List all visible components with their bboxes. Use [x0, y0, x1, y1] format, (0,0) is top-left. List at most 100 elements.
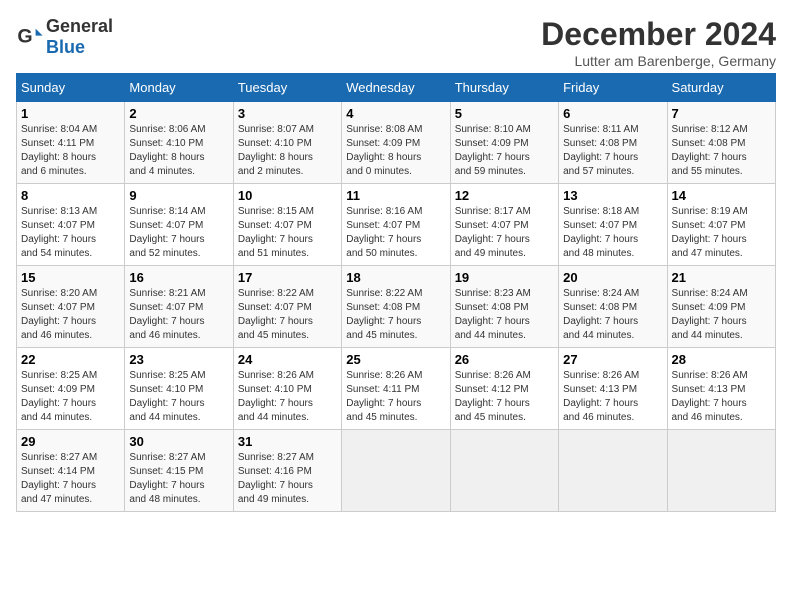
day-info: Sunrise: 8:10 AMSunset: 4:09 PMDaylight:… [455, 123, 554, 179]
day-number: 2 [129, 106, 228, 121]
day-info: Sunrise: 8:26 AMSunset: 4:11 PMDaylight:… [346, 369, 445, 425]
table-row: 5 Sunrise: 8:10 AMSunset: 4:09 PMDayligh… [450, 102, 558, 184]
calendar-week-row: 22 Sunrise: 8:25 AMSunset: 4:09 PMDaylig… [17, 348, 776, 430]
logo-blue-text: Blue [46, 37, 85, 57]
day-info: Sunrise: 8:27 AMSunset: 4:14 PMDaylight:… [21, 451, 120, 507]
day-number: 31 [238, 434, 337, 449]
table-row: 14 Sunrise: 8:19 AMSunset: 4:07 PMDaylig… [667, 184, 775, 266]
logo: G General Blue [16, 16, 113, 58]
month-title: December 2024 [541, 16, 776, 53]
day-info: Sunrise: 8:08 AMSunset: 4:09 PMDaylight:… [346, 123, 445, 179]
day-info: Sunrise: 8:25 AMSunset: 4:10 PMDaylight:… [129, 369, 228, 425]
calendar-week-row: 1 Sunrise: 8:04 AMSunset: 4:11 PMDayligh… [17, 102, 776, 184]
table-row: 15 Sunrise: 8:20 AMSunset: 4:07 PMDaylig… [17, 266, 125, 348]
table-row [450, 430, 558, 512]
day-number: 1 [21, 106, 120, 121]
table-row: 16 Sunrise: 8:21 AMSunset: 4:07 PMDaylig… [125, 266, 233, 348]
header-saturday: Saturday [667, 74, 775, 102]
logo-icon: G [16, 23, 44, 51]
day-number: 15 [21, 270, 120, 285]
table-row: 7 Sunrise: 8:12 AMSunset: 4:08 PMDayligh… [667, 102, 775, 184]
header-thursday: Thursday [450, 74, 558, 102]
header-tuesday: Tuesday [233, 74, 341, 102]
day-number: 14 [672, 188, 771, 203]
day-info: Sunrise: 8:26 AMSunset: 4:10 PMDaylight:… [238, 369, 337, 425]
day-number: 3 [238, 106, 337, 121]
table-row: 1 Sunrise: 8:04 AMSunset: 4:11 PMDayligh… [17, 102, 125, 184]
table-row: 28 Sunrise: 8:26 AMSunset: 4:13 PMDaylig… [667, 348, 775, 430]
day-number: 13 [563, 188, 662, 203]
table-row: 27 Sunrise: 8:26 AMSunset: 4:13 PMDaylig… [559, 348, 667, 430]
day-number: 24 [238, 352, 337, 367]
calendar-week-row: 29 Sunrise: 8:27 AMSunset: 4:14 PMDaylig… [17, 430, 776, 512]
day-info: Sunrise: 8:17 AMSunset: 4:07 PMDaylight:… [455, 205, 554, 261]
day-number: 8 [21, 188, 120, 203]
day-number: 20 [563, 270, 662, 285]
day-number: 5 [455, 106, 554, 121]
day-info: Sunrise: 8:16 AMSunset: 4:07 PMDaylight:… [346, 205, 445, 261]
day-number: 30 [129, 434, 228, 449]
day-number: 25 [346, 352, 445, 367]
day-info: Sunrise: 8:22 AMSunset: 4:08 PMDaylight:… [346, 287, 445, 343]
table-row: 26 Sunrise: 8:26 AMSunset: 4:12 PMDaylig… [450, 348, 558, 430]
table-row: 18 Sunrise: 8:22 AMSunset: 4:08 PMDaylig… [342, 266, 450, 348]
day-number: 21 [672, 270, 771, 285]
day-info: Sunrise: 8:26 AMSunset: 4:13 PMDaylight:… [672, 369, 771, 425]
day-number: 6 [563, 106, 662, 121]
day-info: Sunrise: 8:19 AMSunset: 4:07 PMDaylight:… [672, 205, 771, 261]
calendar-table: Sunday Monday Tuesday Wednesday Thursday… [16, 73, 776, 512]
table-row: 19 Sunrise: 8:23 AMSunset: 4:08 PMDaylig… [450, 266, 558, 348]
table-row: 8 Sunrise: 8:13 AMSunset: 4:07 PMDayligh… [17, 184, 125, 266]
table-row: 12 Sunrise: 8:17 AMSunset: 4:07 PMDaylig… [450, 184, 558, 266]
day-info: Sunrise: 8:06 AMSunset: 4:10 PMDaylight:… [129, 123, 228, 179]
day-info: Sunrise: 8:11 AMSunset: 4:08 PMDaylight:… [563, 123, 662, 179]
svg-text:G: G [17, 26, 32, 48]
day-info: Sunrise: 8:07 AMSunset: 4:10 PMDaylight:… [238, 123, 337, 179]
day-info: Sunrise: 8:26 AMSunset: 4:12 PMDaylight:… [455, 369, 554, 425]
day-info: Sunrise: 8:21 AMSunset: 4:07 PMDaylight:… [129, 287, 228, 343]
day-number: 18 [346, 270, 445, 285]
header-sunday: Sunday [17, 74, 125, 102]
day-info: Sunrise: 8:04 AMSunset: 4:11 PMDaylight:… [21, 123, 120, 179]
day-info: Sunrise: 8:12 AMSunset: 4:08 PMDaylight:… [672, 123, 771, 179]
table-row: 21 Sunrise: 8:24 AMSunset: 4:09 PMDaylig… [667, 266, 775, 348]
table-row: 20 Sunrise: 8:24 AMSunset: 4:08 PMDaylig… [559, 266, 667, 348]
day-number: 17 [238, 270, 337, 285]
day-info: Sunrise: 8:13 AMSunset: 4:07 PMDaylight:… [21, 205, 120, 261]
day-info: Sunrise: 8:27 AMSunset: 4:16 PMDaylight:… [238, 451, 337, 507]
table-row [667, 430, 775, 512]
day-number: 19 [455, 270, 554, 285]
day-info: Sunrise: 8:15 AMSunset: 4:07 PMDaylight:… [238, 205, 337, 261]
day-info: Sunrise: 8:27 AMSunset: 4:15 PMDaylight:… [129, 451, 228, 507]
table-row: 11 Sunrise: 8:16 AMSunset: 4:07 PMDaylig… [342, 184, 450, 266]
logo-general-text: General [46, 16, 113, 36]
day-number: 9 [129, 188, 228, 203]
day-info: Sunrise: 8:23 AMSunset: 4:08 PMDaylight:… [455, 287, 554, 343]
table-row: 6 Sunrise: 8:11 AMSunset: 4:08 PMDayligh… [559, 102, 667, 184]
table-row: 9 Sunrise: 8:14 AMSunset: 4:07 PMDayligh… [125, 184, 233, 266]
day-info: Sunrise: 8:22 AMSunset: 4:07 PMDaylight:… [238, 287, 337, 343]
title-block: December 2024 Lutter am Barenberge, Germ… [541, 16, 776, 69]
table-row: 23 Sunrise: 8:25 AMSunset: 4:10 PMDaylig… [125, 348, 233, 430]
day-number: 23 [129, 352, 228, 367]
day-number: 7 [672, 106, 771, 121]
day-number: 29 [21, 434, 120, 449]
day-number: 12 [455, 188, 554, 203]
table-row: 3 Sunrise: 8:07 AMSunset: 4:10 PMDayligh… [233, 102, 341, 184]
day-number: 4 [346, 106, 445, 121]
table-row: 25 Sunrise: 8:26 AMSunset: 4:11 PMDaylig… [342, 348, 450, 430]
header-wednesday: Wednesday [342, 74, 450, 102]
page-header: G General Blue December 2024 Lutter am B… [16, 16, 776, 69]
table-row: 2 Sunrise: 8:06 AMSunset: 4:10 PMDayligh… [125, 102, 233, 184]
table-row: 29 Sunrise: 8:27 AMSunset: 4:14 PMDaylig… [17, 430, 125, 512]
location-subtitle: Lutter am Barenberge, Germany [541, 53, 776, 69]
calendar-week-row: 8 Sunrise: 8:13 AMSunset: 4:07 PMDayligh… [17, 184, 776, 266]
table-row: 10 Sunrise: 8:15 AMSunset: 4:07 PMDaylig… [233, 184, 341, 266]
weekday-header-row: Sunday Monday Tuesday Wednesday Thursday… [17, 74, 776, 102]
calendar-week-row: 15 Sunrise: 8:20 AMSunset: 4:07 PMDaylig… [17, 266, 776, 348]
table-row: 4 Sunrise: 8:08 AMSunset: 4:09 PMDayligh… [342, 102, 450, 184]
day-number: 10 [238, 188, 337, 203]
table-row: 22 Sunrise: 8:25 AMSunset: 4:09 PMDaylig… [17, 348, 125, 430]
day-info: Sunrise: 8:24 AMSunset: 4:08 PMDaylight:… [563, 287, 662, 343]
day-info: Sunrise: 8:14 AMSunset: 4:07 PMDaylight:… [129, 205, 228, 261]
